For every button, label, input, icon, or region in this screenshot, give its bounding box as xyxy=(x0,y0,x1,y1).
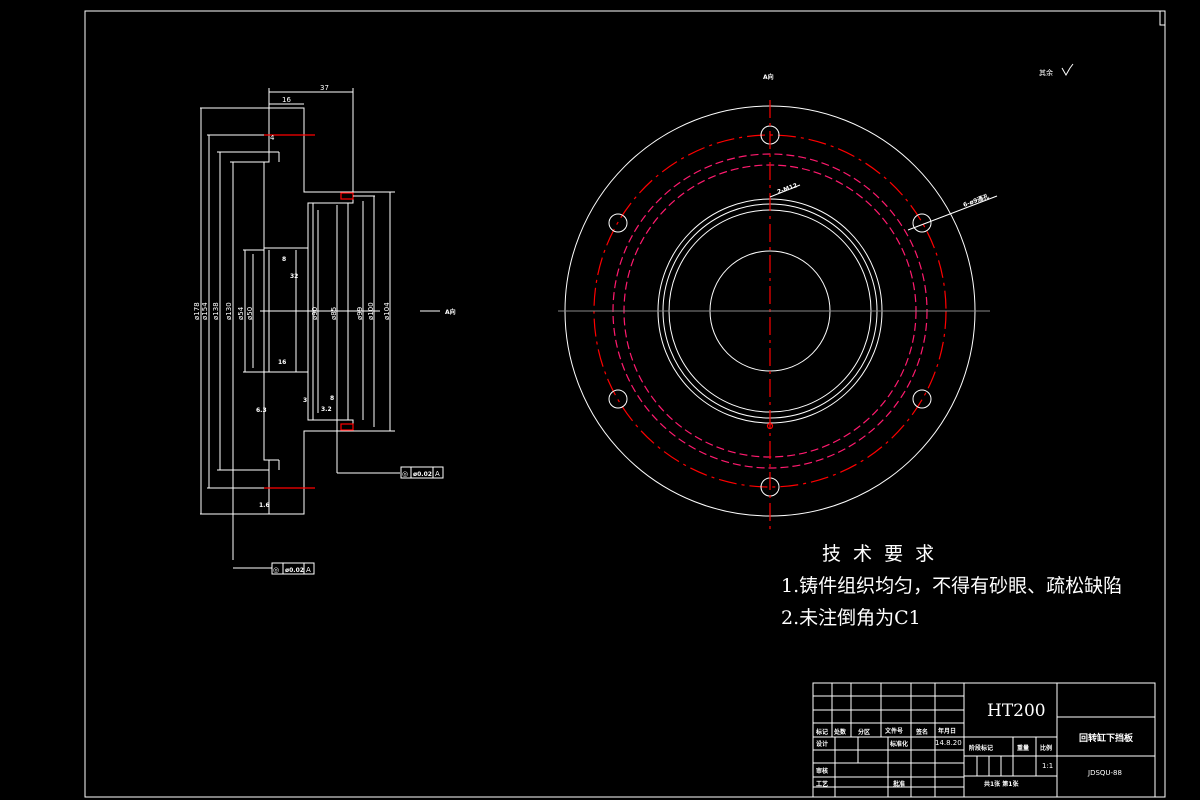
dim-16: 16 xyxy=(282,96,291,104)
svg-text:ø0.02: ø0.02 xyxy=(413,471,432,478)
svg-text:ø90: ø90 xyxy=(311,307,319,320)
svg-text:标记: 标记 xyxy=(815,728,828,736)
svg-text:16: 16 xyxy=(278,359,286,366)
svg-text:32: 32 xyxy=(290,273,298,280)
svg-text:处数: 处数 xyxy=(833,728,847,736)
tech-requirement-item: 2.未注倒角为C1 xyxy=(781,607,921,629)
svg-text:比例: 比例 xyxy=(1040,744,1052,752)
svg-text:重量: 重量 xyxy=(1017,744,1029,752)
svg-text:ø178: ø178 xyxy=(193,302,201,320)
svg-text:阶段标记: 阶段标记 xyxy=(969,744,993,752)
svg-text:8: 8 xyxy=(282,256,286,263)
svg-text:ø85: ø85 xyxy=(330,307,338,320)
svg-text:ø100: ø100 xyxy=(367,302,375,320)
dim-37: 37 xyxy=(320,84,329,92)
svg-text:8: 8 xyxy=(330,395,334,402)
roughness-symbol-icon xyxy=(1062,64,1073,75)
cad-drawing: 37 16 4 ø178 ø154 ø138 ø130 ø54 ø50 ø90 … xyxy=(0,0,1200,800)
design-date: 14.8.20 xyxy=(935,739,962,747)
view-label: A向 xyxy=(763,73,774,81)
tech-requirement-item: 1.铸件组织均匀，不得有砂眼、疏松缺陷 xyxy=(781,575,1122,597)
svg-text:A: A xyxy=(435,470,440,478)
tech-requirements-title: 技 术 要 求 xyxy=(822,543,937,565)
svg-text:ø104: ø104 xyxy=(383,302,391,320)
dim-4: 4 xyxy=(270,134,275,142)
material: HT200 xyxy=(987,701,1046,721)
svg-text:ø54: ø54 xyxy=(237,306,245,320)
svg-text:A: A xyxy=(306,566,311,574)
svg-text:ø99: ø99 xyxy=(356,307,364,320)
svg-text:设计: 设计 xyxy=(816,740,828,748)
view-arrow-label: A向 xyxy=(445,308,456,316)
svg-text:3: 3 xyxy=(303,397,307,404)
svg-text:批准: 批准 xyxy=(893,780,905,788)
svg-text:ø130: ø130 xyxy=(225,302,233,320)
svg-text:1.6: 1.6 xyxy=(259,502,270,509)
tolerance-frame: ◎ ø0.02 A xyxy=(401,467,443,478)
hole-callout: 6-ø9通孔 xyxy=(962,192,990,209)
roughness-note: 其余 xyxy=(1039,68,1053,77)
svg-text:6.3: 6.3 xyxy=(256,407,267,414)
hole-callout: 2-M12 xyxy=(776,182,798,196)
svg-text:文件号: 文件号 xyxy=(884,727,903,735)
border-mark xyxy=(1160,11,1165,25)
svg-text:◎: ◎ xyxy=(402,470,408,478)
svg-text:ø50: ø50 xyxy=(246,307,254,320)
svg-text:ø0.02: ø0.02 xyxy=(285,567,304,574)
title-block: 标记 处数 分区 文件号 签名 年月日 设计 标准化 14.8.20 审核 工艺… xyxy=(813,683,1155,797)
svg-text:共1张 第1张: 共1张 第1张 xyxy=(984,780,1019,788)
end-view: A向 2-M12 6-ø9通孔 其余 xyxy=(558,64,1073,530)
section-view: 37 16 4 ø178 ø154 ø138 ø130 ø54 ø50 ø90 … xyxy=(193,84,456,574)
svg-text:标准化: 标准化 xyxy=(889,740,908,748)
dimension-lines xyxy=(200,88,440,568)
scale-value: 1:1 xyxy=(1042,762,1053,770)
svg-text:年月日: 年月日 xyxy=(938,727,956,735)
drawing-number: JDSQU-88 xyxy=(1087,769,1122,777)
svg-text:ø138: ø138 xyxy=(212,302,220,320)
svg-text:分区: 分区 xyxy=(858,728,870,736)
svg-text:3.2: 3.2 xyxy=(321,406,332,413)
part-name: 回转缸下挡板 xyxy=(1079,732,1134,744)
svg-text:工艺: 工艺 xyxy=(816,780,828,788)
svg-text:◎: ◎ xyxy=(273,566,279,574)
svg-text:签名: 签名 xyxy=(915,728,928,736)
tolerance-frame: ◎ ø0.02 A xyxy=(272,563,314,574)
svg-text:审核: 审核 xyxy=(816,767,828,775)
svg-text:ø154: ø154 xyxy=(201,302,209,320)
